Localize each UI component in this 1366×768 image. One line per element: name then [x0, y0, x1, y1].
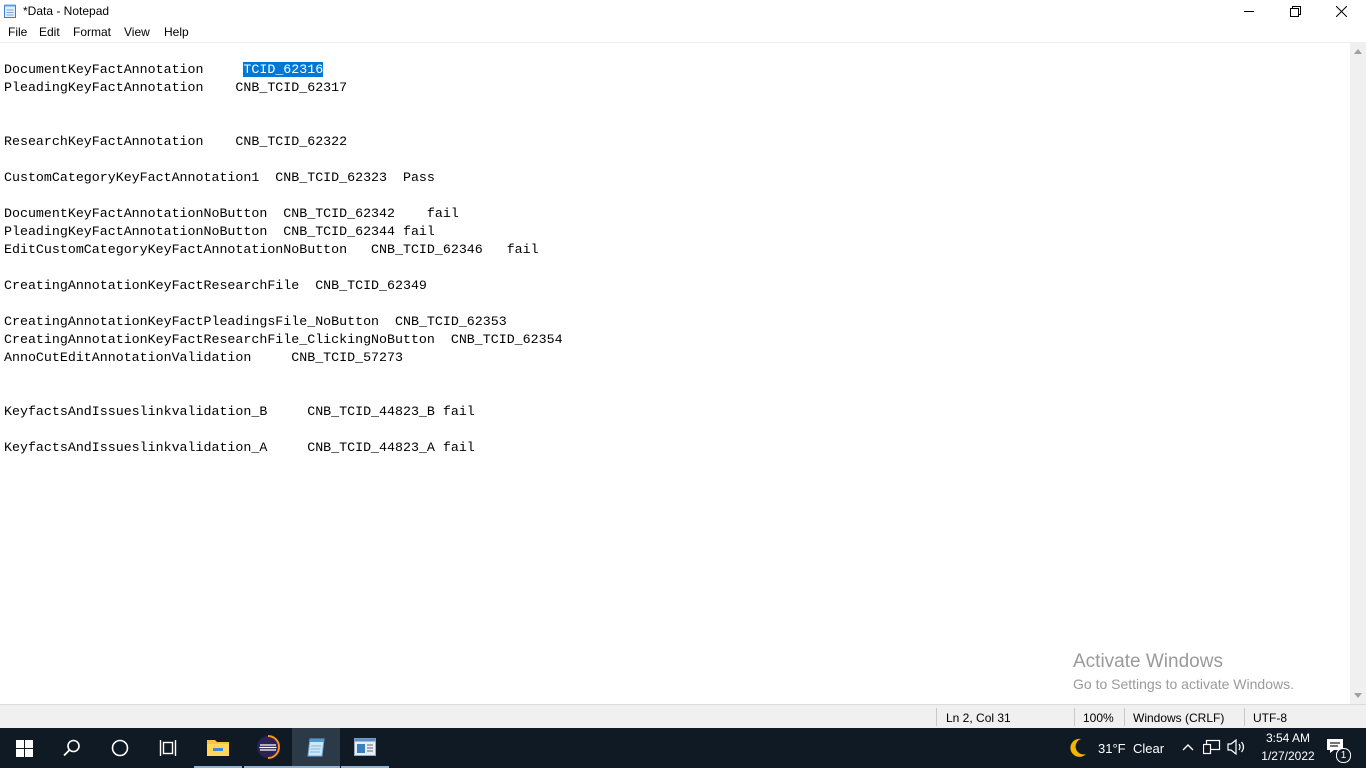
activation-watermark-text: Go to Settings to activate Windows. — [1073, 676, 1294, 692]
app-window-icon — [354, 738, 376, 756]
selected-text[interactable]: TCID_62316 — [243, 62, 324, 77]
task-view-icon — [159, 740, 177, 756]
text-line: CreatingAnnotationKeyFactResearchFile_Cl… — [4, 332, 563, 347]
minimize-button[interactable] — [1226, 0, 1272, 22]
status-separator — [1244, 708, 1245, 726]
weather-temp[interactable]: 31°F — [1098, 741, 1126, 756]
close-button[interactable] — [1318, 0, 1364, 22]
weather-condition[interactable]: Clear — [1133, 741, 1164, 756]
clock-time[interactable]: 3:54 AM — [1258, 731, 1318, 745]
action-center-button[interactable]: 1 — [1322, 728, 1366, 768]
chevron-up-icon[interactable] — [1182, 743, 1194, 751]
close-icon — [1335, 5, 1347, 17]
task-view-button[interactable] — [144, 728, 192, 768]
text-line: CreatingAnnotationKeyFactResearchFile CN… — [4, 278, 427, 293]
moon-icon — [1070, 738, 1086, 757]
text-line: AnnoCutEditAnnotationValidation CNB_TCID… — [4, 350, 403, 365]
taskbar-app-window[interactable] — [341, 728, 389, 768]
menu-file[interactable]: File — [8, 25, 27, 39]
text-line-before-selection: DocumentKeyFactAnnotation — [4, 62, 244, 77]
vertical-scrollbar[interactable] — [1350, 43, 1366, 704]
text-line: KeyfactsAndIssueslinkvalidation_B CNB_TC… — [4, 404, 475, 419]
zoom-level: 100% — [1083, 711, 1114, 725]
cortana-button[interactable] — [96, 728, 144, 768]
text-line: ResearchKeyFactAnnotation CNB_TCID_62322 — [4, 134, 348, 149]
volume-icon[interactable] — [1227, 739, 1247, 755]
text-line: PleadingKeyFactAnnotationNoButton CNB_TC… — [4, 224, 435, 239]
file-explorer-icon — [207, 740, 229, 756]
cursor-position: Ln 2, Col 31 — [946, 711, 1011, 725]
status-separator — [936, 708, 937, 726]
start-icon — [15, 739, 33, 757]
eclipse-icon — [257, 735, 280, 759]
text-editor[interactable]: DocumentKeyFactAnnotation TCID_62316 Ple… — [0, 43, 1350, 704]
start-button[interactable] — [0, 728, 48, 768]
text-line: DocumentKeyFactAnnotationNoButton CNB_TC… — [4, 206, 459, 221]
search-icon — [63, 739, 80, 757]
text-line: KeyfactsAndIssueslinkvalidation_A CNB_TC… — [4, 440, 475, 455]
text-line: DocumentKeyFactAnnotation TCID_62316 — [4, 61, 324, 79]
notepad-icon — [4, 4, 16, 18]
status-separator — [1124, 708, 1125, 726]
cortana-icon — [111, 739, 129, 757]
title-bar[interactable]: *Data - Notepad — [0, 0, 1366, 22]
status-bar: Ln 2, Col 31 100% Windows (CRLF) UTF-8 — [0, 704, 1366, 729]
menu-edit[interactable]: Edit — [39, 25, 60, 39]
minimize-icon — [1244, 11, 1254, 12]
text-line: CustomCategoryKeyFactAnnotation1 CNB_TCI… — [4, 170, 435, 185]
menu-view[interactable]: View — [124, 25, 150, 39]
clock-date[interactable]: 1/27/2022 — [1254, 749, 1322, 763]
maximize-button[interactable] — [1272, 0, 1318, 22]
menu-help[interactable]: Help — [164, 25, 189, 39]
window-title: *Data - Notepad — [23, 4, 110, 18]
search-button[interactable] — [48, 728, 96, 768]
text-line: EditCustomCategoryKeyFactAnnotationNoBut… — [4, 242, 539, 257]
notification-count-badge: 1 — [1336, 748, 1351, 763]
status-separator — [1074, 708, 1075, 726]
text-line: PleadingKeyFactAnnotation CNB_TCID_62317 — [4, 80, 348, 95]
taskbar-notepad[interactable] — [292, 728, 340, 768]
text-line: CreatingAnnotationKeyFactPleadingsFile_N… — [4, 314, 507, 329]
taskbar-eclipse[interactable] — [244, 728, 292, 768]
taskbar-file-explorer[interactable] — [194, 728, 242, 768]
menu-bar: File Edit Format View Help — [0, 22, 1366, 43]
scroll-up-icon[interactable] — [1354, 49, 1362, 54]
line-ending: Windows (CRLF) — [1133, 711, 1225, 725]
scroll-down-icon[interactable] — [1354, 693, 1362, 698]
network-icon[interactable] — [1203, 739, 1221, 755]
taskbar: 31°F Clear 3:54 AM 1/27/2022 1 — [0, 728, 1366, 768]
activation-watermark-title: Activate Windows — [1073, 651, 1223, 672]
notepad-icon — [307, 738, 325, 757]
encoding: UTF-8 — [1253, 711, 1287, 725]
menu-format[interactable]: Format — [73, 25, 111, 39]
maximize-icon — [1289, 5, 1301, 17]
